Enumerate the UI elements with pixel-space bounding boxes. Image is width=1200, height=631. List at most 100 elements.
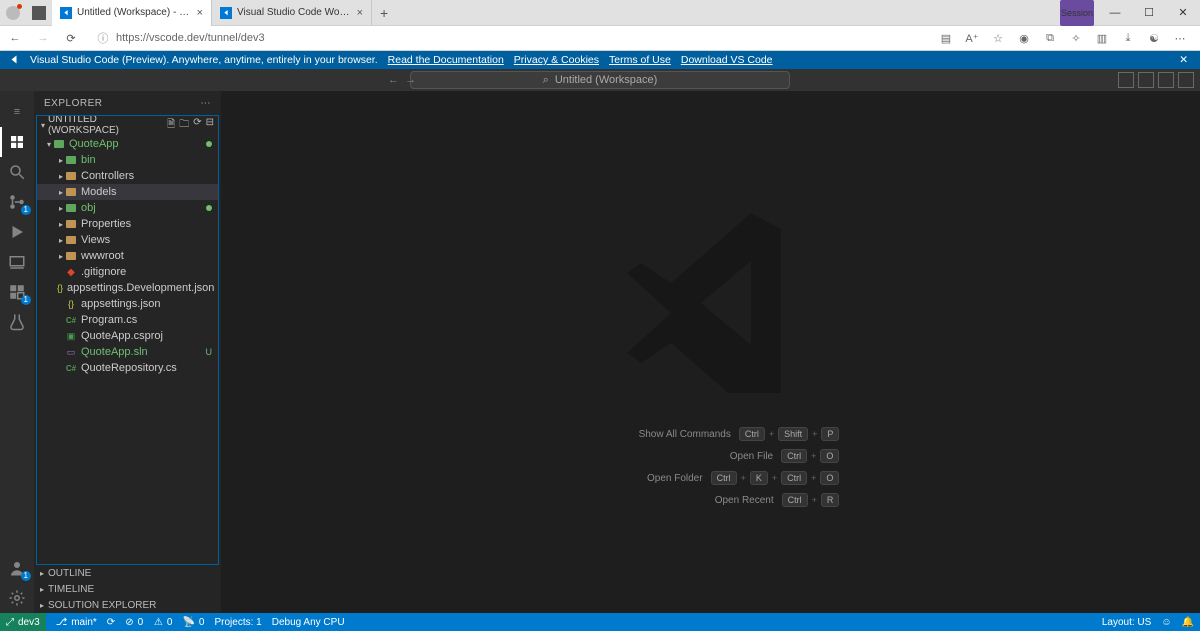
- solution-explorer-panel-header[interactable]: SOLUTION EXPLORER: [34, 597, 221, 613]
- key-badge: Ctrl: [782, 493, 808, 507]
- outline-panel-header[interactable]: OUTLINE: [34, 565, 221, 581]
- browser-tab-1[interactable]: Untitled (Workspace) - Visual St… ×: [52, 0, 212, 26]
- refresh-explorer-icon[interactable]: ⟳: [193, 117, 201, 134]
- workspace-header[interactable]: UNTITLED (WORKSPACE) 🗎 🗀 ⟳ ⊟: [37, 116, 218, 134]
- address-bar[interactable]: ⓘ https://vscode.dev/tunnel/dev3: [90, 30, 928, 46]
- text-size-icon[interactable]: A⁺: [964, 32, 980, 45]
- projects-indicator[interactable]: Projects: 1: [214, 617, 261, 628]
- key-badge: K: [750, 471, 768, 485]
- testing-activity-icon[interactable]: [0, 307, 34, 337]
- vscode-icon: [8, 54, 20, 66]
- file-node[interactable]: appsettings.Development.json: [37, 280, 218, 296]
- plus-separator: +: [741, 473, 746, 483]
- profile-icon[interactable]: ☯: [1146, 32, 1162, 45]
- sync-icon[interactable]: ◉: [1016, 32, 1032, 45]
- minimize-window-button[interactable]: —: [1098, 0, 1132, 26]
- search-activity-icon[interactable]: [0, 157, 34, 187]
- error-icon: ⊘: [125, 617, 133, 628]
- file-node[interactable]: QuoteApp.csproj: [37, 328, 218, 344]
- browser-tab-2[interactable]: Visual Studio Code Workspace T… ×: [212, 0, 372, 26]
- folder-icon: [53, 138, 65, 150]
- close-window-button[interactable]: ✕: [1166, 0, 1200, 26]
- folder-node[interactable]: ▸Views: [37, 232, 218, 248]
- customize-layout-icon[interactable]: [1178, 72, 1194, 88]
- profile-avatar-icon[interactable]: [6, 6, 20, 20]
- folder-node[interactable]: ▸obj: [37, 200, 218, 216]
- plus-separator: +: [812, 495, 817, 505]
- folder-node[interactable]: ▸wwwroot: [37, 248, 218, 264]
- file-node[interactable]: appsettings.json: [37, 296, 218, 312]
- ports-indicator[interactable]: 📡0: [182, 617, 204, 628]
- folder-node[interactable]: ▸Controllers: [37, 168, 218, 184]
- file-node[interactable]: Program.cs: [37, 312, 218, 328]
- nav-forward-icon[interactable]: →: [405, 74, 416, 86]
- reader-icon[interactable]: ▤: [938, 32, 954, 45]
- folder-node[interactable]: ▾QuoteApp: [37, 136, 218, 152]
- key-badge: O: [820, 471, 839, 485]
- favorite-icon[interactable]: ☆: [990, 32, 1006, 45]
- remote-indicator[interactable]: ⤢dev3: [0, 613, 46, 631]
- remote-explorer-activity-icon[interactable]: [0, 247, 34, 277]
- folder-node[interactable]: ▸Properties: [37, 216, 218, 232]
- menu-icon[interactable]: ≡: [0, 97, 34, 127]
- key-badge: Shift: [778, 427, 808, 441]
- new-tab-button[interactable]: +: [372, 5, 396, 21]
- explorer-more-icon[interactable]: ⋯: [201, 98, 212, 109]
- apps-icon[interactable]: ▥: [1094, 32, 1110, 45]
- back-button[interactable]: ←: [6, 32, 24, 44]
- session-badge[interactable]: Session: [1060, 0, 1094, 26]
- file-node[interactable]: QuoteApp.slnU: [37, 344, 218, 360]
- new-file-icon[interactable]: 🗎: [167, 117, 175, 134]
- accounts-icon[interactable]: 1: [0, 553, 34, 583]
- extensions-browser-icon[interactable]: ✧: [1068, 32, 1084, 45]
- collapse-all-icon[interactable]: ⊟: [206, 117, 214, 134]
- toggle-left-panel-icon[interactable]: [1118, 72, 1134, 88]
- banner-link[interactable]: Terms of Use: [609, 54, 671, 66]
- folder-node[interactable]: ▸Models: [37, 184, 218, 200]
- json-icon: [57, 282, 63, 294]
- timeline-panel-header[interactable]: TIMELINE: [34, 581, 221, 597]
- sync-indicator[interactable]: ⟳: [107, 617, 115, 628]
- app-menu-icon[interactable]: [32, 6, 46, 20]
- folder-node[interactable]: ▸bin: [37, 152, 218, 168]
- toggle-bottom-panel-icon[interactable]: [1138, 72, 1154, 88]
- layout-indicator[interactable]: Layout: US: [1102, 617, 1151, 628]
- new-folder-icon[interactable]: 🗀: [179, 117, 189, 134]
- file-node[interactable]: QuoteRepository.cs: [37, 360, 218, 376]
- extensions-activity-icon[interactable]: 1: [0, 277, 34, 307]
- hint-row: Open FolderCtrl+K+Ctrl+O: [583, 467, 840, 489]
- settings-gear-icon[interactable]: [0, 583, 34, 613]
- maximize-window-button[interactable]: ☐: [1132, 0, 1166, 26]
- refresh-button[interactable]: ⟳: [62, 32, 80, 45]
- plus-separator: +: [769, 429, 774, 439]
- more-icon[interactable]: ⋯: [1172, 32, 1188, 45]
- banner-close-icon[interactable]: ✕: [1175, 54, 1192, 66]
- plus-separator: +: [811, 473, 816, 483]
- nav-back-icon[interactable]: ←: [388, 74, 399, 86]
- debug-target[interactable]: Debug Any CPU: [272, 617, 345, 628]
- twisty-icon: ▸: [57, 156, 65, 165]
- command-center[interactable]: ⌕ Untitled (Workspace): [410, 71, 790, 89]
- file-node[interactable]: .gitignore: [37, 264, 218, 280]
- twisty-icon: ▸: [57, 188, 65, 197]
- banner-link[interactable]: Download VS Code: [681, 54, 773, 66]
- remote-icon: ⤢: [6, 617, 14, 628]
- modified-dot-icon: [206, 141, 212, 147]
- branch-indicator[interactable]: ⎇main*: [56, 617, 97, 628]
- browser-tab-label: Visual Studio Code Workspace T…: [237, 7, 351, 18]
- site-info-icon[interactable]: ⓘ: [96, 30, 110, 46]
- close-tab-icon[interactable]: ×: [197, 7, 203, 19]
- source-control-activity-icon[interactable]: 1: [0, 187, 34, 217]
- collections-icon[interactable]: ⧉: [1042, 32, 1058, 45]
- banner-link[interactable]: Privacy & Cookies: [514, 54, 599, 66]
- banner-link[interactable]: Read the Documentation: [388, 54, 504, 66]
- problems-indicator[interactable]: ⊘0 ⚠0: [125, 617, 172, 628]
- feedback-icon[interactable]: ☺: [1161, 617, 1171, 628]
- workspace-title: UNTITLED (WORKSPACE): [48, 115, 167, 136]
- notifications-icon[interactable]: 🔔: [1182, 617, 1194, 628]
- toggle-right-panel-icon[interactable]: [1158, 72, 1174, 88]
- downloads-icon[interactable]: ⤓: [1120, 32, 1136, 45]
- close-tab-icon[interactable]: ×: [357, 7, 363, 19]
- run-debug-activity-icon[interactable]: [0, 217, 34, 247]
- explorer-activity-icon[interactable]: [0, 127, 34, 157]
